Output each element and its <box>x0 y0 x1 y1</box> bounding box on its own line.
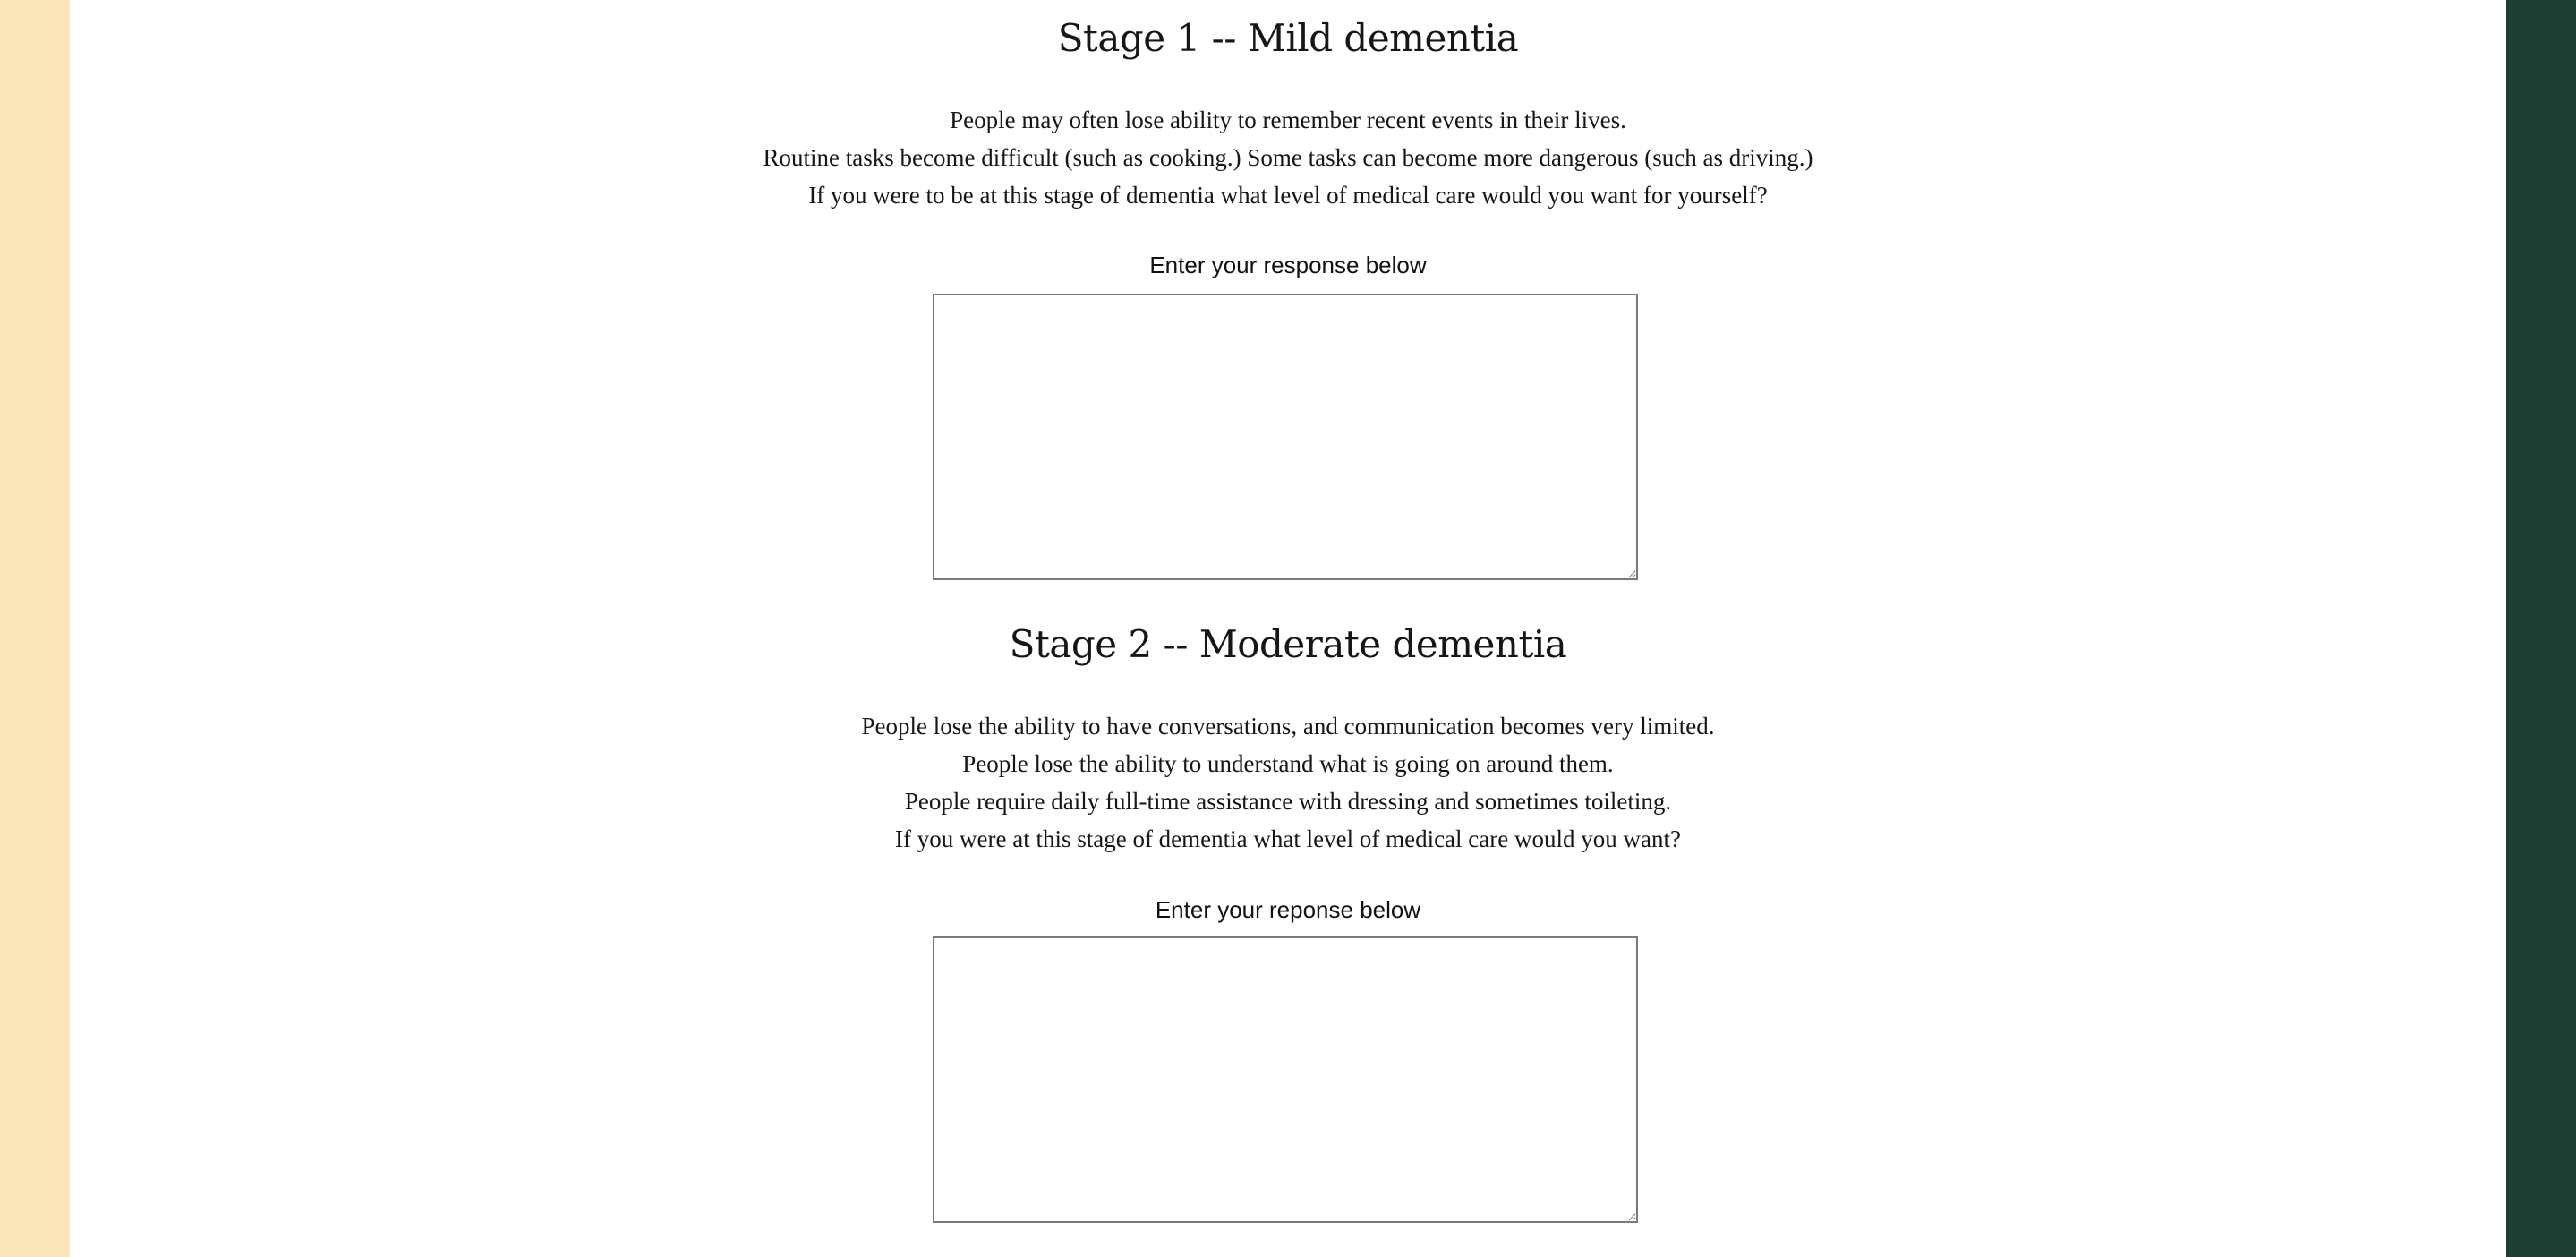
stage-2-description-line: People lose the ability to understand wh… <box>962 750 1614 777</box>
stage-2-description-line: People require daily full-time assistanc… <box>904 788 1672 815</box>
stage-2-title: Stage 2 -- Moderate dementia <box>1009 622 1567 666</box>
stage-1-title: Stage 1 -- Mild dementia <box>1057 16 1519 60</box>
stage-2-prompt-label: Enter your reponse below <box>1155 896 1421 923</box>
stage-2-description-line: People lose the ability to have conversa… <box>861 713 1715 740</box>
stage-1-description-line: Routine tasks become difficult (such as … <box>763 144 1813 171</box>
stage-2-heading-wrap: Stage 2 -- Moderate dementia <box>70 626 2506 663</box>
stage-1-prompt-wrap: Enter your response below <box>70 253 2506 277</box>
right-side-stripe <box>2506 0 2576 1257</box>
stage-2-description: People lose the ability to have conversa… <box>70 707 2506 858</box>
stage-1-response-textarea[interactable] <box>933 294 1638 580</box>
main-content: Stage 1 -- Mild dementia People may ofte… <box>70 0 2506 1257</box>
stage-1-description-line: People may often lose ability to remembe… <box>950 107 1626 133</box>
stage-2-description-line: If you were at this stage of dementia wh… <box>895 825 1681 852</box>
stage-1-description: People may often lose ability to remembe… <box>70 101 2506 214</box>
stage-1-description-line: If you were to be at this stage of demen… <box>808 182 1768 209</box>
stage-1-prompt-label: Enter your response below <box>1149 252 1427 278</box>
stage-2-response-textarea[interactable] <box>933 936 1638 1223</box>
left-side-stripe <box>0 0 70 1257</box>
stage-1-heading-wrap: Stage 1 -- Mild dementia <box>70 20 2506 57</box>
stage-2-prompt-wrap: Enter your reponse below <box>70 898 2506 921</box>
